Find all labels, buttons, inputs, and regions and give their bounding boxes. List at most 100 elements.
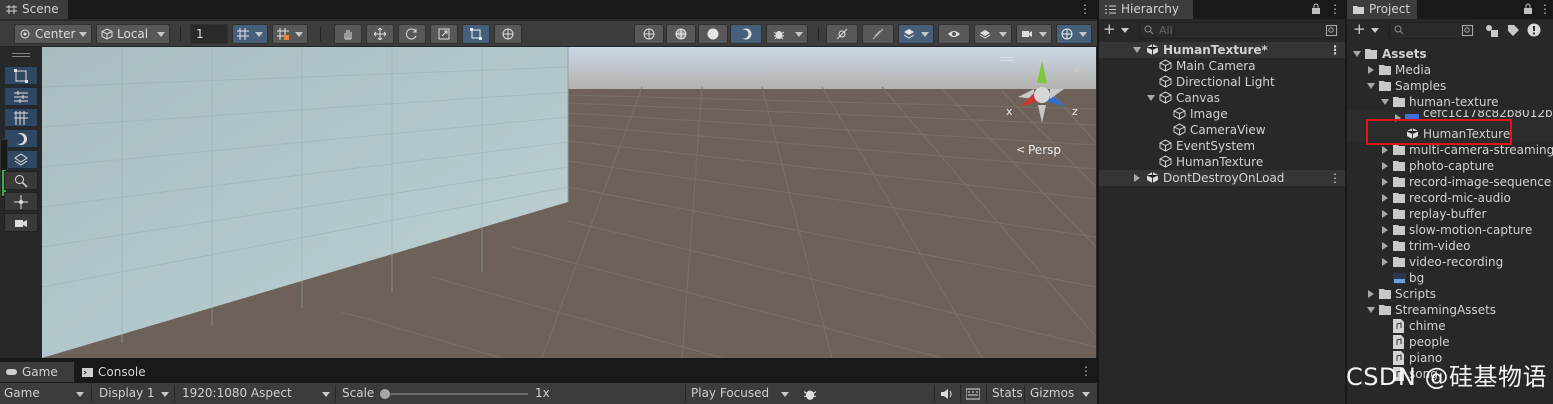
game-menu-kebab-icon[interactable]: ⋮ xyxy=(1080,364,1092,378)
hierarchy-search-input[interactable]: All xyxy=(1139,22,1341,39)
speaker-icon[interactable] xyxy=(940,388,954,400)
create-dropdown-button[interactable]: + xyxy=(1103,22,1133,39)
debug-draw-mode-dropdown[interactable] xyxy=(766,24,808,44)
transform-tool-button[interactable] xyxy=(494,24,522,44)
expand-arrow-icon[interactable] xyxy=(1382,210,1388,218)
scene-root-row[interactable]: HumanTexture* ⋮ xyxy=(1099,42,1345,58)
game-mode-dropdown[interactable]: Game xyxy=(0,384,88,403)
orientation-gizmo[interactable]: x z < Persp xyxy=(1000,53,1090,163)
chevron-down-icon[interactable] xyxy=(1082,392,1090,397)
display-dropdown[interactable]: Display 1 xyxy=(95,384,173,403)
scene-viewport[interactable]: x z < Persp xyxy=(42,47,1096,358)
project-search-input[interactable] xyxy=(1389,22,1477,39)
tree-item-asset[interactable]: bg xyxy=(1347,270,1553,286)
expand-arrow-icon[interactable] xyxy=(1382,258,1388,266)
grid-snap-toggle[interactable] xyxy=(232,24,268,44)
expand-arrow-icon[interactable] xyxy=(1147,95,1155,101)
expand-arrow-icon[interactable] xyxy=(1134,174,1140,182)
search-options-icon[interactable] xyxy=(1462,25,1473,36)
scale-tool-button[interactable] xyxy=(430,24,458,44)
hierarchy-item[interactable]: EventSystem xyxy=(1099,138,1345,154)
gizmos-dropdown[interactable] xyxy=(1056,24,1092,44)
overlay-rect-tool[interactable] xyxy=(4,66,38,85)
filter-type-icon[interactable] xyxy=(1485,24,1498,37)
hand-tool-button[interactable] xyxy=(334,24,362,44)
search-options-icon[interactable] xyxy=(1326,25,1337,36)
overlay-distribute-tool[interactable] xyxy=(4,108,38,127)
hierarchy-item[interactable]: CameraView xyxy=(1099,122,1345,138)
overlay-zoom-tool[interactable] xyxy=(4,171,38,190)
increment-snap-toggle[interactable] xyxy=(272,24,308,44)
tree-item-folder[interactable]: photo-capture xyxy=(1347,158,1553,174)
tree-item-folder[interactable]: Scripts xyxy=(1347,286,1553,302)
camera-settings-dropdown[interactable] xyxy=(1016,24,1052,44)
hierarchy-item[interactable]: Image xyxy=(1099,106,1345,122)
expand-arrow-icon[interactable] xyxy=(1367,83,1375,89)
expand-arrow-icon[interactable] xyxy=(1133,47,1141,53)
expand-arrow-icon[interactable] xyxy=(1368,290,1374,298)
tab-scene[interactable]: Scene xyxy=(0,0,68,19)
lock-icon[interactable] xyxy=(1523,3,1533,15)
gizmos-button[interactable]: Gizmos xyxy=(1026,384,1074,403)
hierarchy-item[interactable]: HumanTexture xyxy=(1099,154,1345,170)
tree-item-folder[interactable]: trim-video xyxy=(1347,238,1553,254)
play-focus-dropdown[interactable]: Play Focused xyxy=(687,384,793,403)
shading-wireframe-button[interactable] xyxy=(634,24,664,44)
error-count-badge[interactable] xyxy=(1527,23,1543,39)
scene-menu-kebab-icon[interactable]: ⋮ xyxy=(1079,2,1091,16)
shading-shaded-wire-button[interactable] xyxy=(666,24,696,44)
stats-button[interactable]: Stats xyxy=(988,384,1023,403)
tree-item-audio[interactable]: chime xyxy=(1347,318,1553,334)
expand-arrow-icon[interactable] xyxy=(1368,66,1374,74)
expand-arrow-icon[interactable] xyxy=(1367,307,1375,313)
lighting-toggle-button[interactable] xyxy=(862,24,894,44)
2d-toggle-button[interactable] xyxy=(826,24,858,44)
expand-arrow-icon[interactable] xyxy=(1381,99,1389,105)
expand-arrow-icon[interactable] xyxy=(1382,226,1388,234)
scale-slider-handle[interactable] xyxy=(380,389,390,399)
overlay-grip[interactable] xyxy=(12,53,30,57)
filter-label-icon[interactable] xyxy=(1507,24,1520,37)
rect-tool-button[interactable] xyxy=(462,24,490,44)
tab-project[interactable]: Project xyxy=(1347,0,1417,19)
bug-icon[interactable] xyxy=(803,387,817,401)
tree-item-folder[interactable]: Media xyxy=(1347,62,1553,78)
tree-item-folder[interactable]: Samples xyxy=(1347,78,1553,94)
lock-icon[interactable] xyxy=(1311,3,1321,15)
tree-item-folder[interactable]: video-recording xyxy=(1347,254,1553,270)
scale-slider[interactable] xyxy=(380,389,528,399)
tree-item-folder[interactable]: slow-motion-capture xyxy=(1347,222,1553,238)
tab-hierarchy[interactable]: Hierarchy xyxy=(1099,0,1193,19)
tab-console[interactable]: Console xyxy=(76,362,156,382)
dont-destroy-on-load-row[interactable]: DontDestroyOnLoad ⋮ xyxy=(1099,170,1345,186)
aspect-dropdown[interactable]: 1920:1080 Aspect xyxy=(178,384,334,403)
overlay-slider[interactable] xyxy=(0,139,8,199)
overlay-align-tool[interactable] xyxy=(4,87,38,106)
grid-size-input[interactable]: 1 xyxy=(190,24,228,44)
row-kebab-icon[interactable]: ⋮ xyxy=(1329,170,1341,186)
expand-arrow-icon[interactable] xyxy=(1382,242,1388,250)
overlay-layers-tool[interactable] xyxy=(4,150,38,169)
project-menu-kebab-icon[interactable]: ⋮ xyxy=(1539,2,1551,16)
shading-unlit-button[interactable] xyxy=(730,24,762,44)
projection-label[interactable]: Persp xyxy=(1028,143,1061,157)
move-tool-button[interactable] xyxy=(366,24,394,44)
rotate-tool-button[interactable] xyxy=(398,24,426,44)
tree-item-assets[interactable]: Assets xyxy=(1347,46,1553,62)
expand-arrow-icon[interactable] xyxy=(1382,178,1388,186)
scene-kebab-icon[interactable]: ⋮ xyxy=(1329,42,1341,58)
expand-arrow-icon[interactable] xyxy=(1382,146,1388,154)
tree-item-folder[interactable]: human-texture xyxy=(1347,94,1553,110)
hierarchy-item[interactable]: Main Camera xyxy=(1099,58,1345,74)
tree-item-folder[interactable]: StreamingAssets xyxy=(1347,302,1553,318)
keyboard-icon[interactable] xyxy=(966,388,980,400)
visibility-eye-button[interactable] xyxy=(938,24,970,44)
expand-arrow-icon[interactable] xyxy=(1382,194,1388,202)
tree-item-folder[interactable]: record-image-sequence xyxy=(1347,174,1553,190)
expand-arrow-icon[interactable] xyxy=(1382,162,1388,170)
overlay-orbit-tool[interactable] xyxy=(4,129,38,148)
tab-game[interactable]: Game xyxy=(0,362,74,382)
layers-dropdown[interactable] xyxy=(974,24,1012,44)
expand-arrow-icon[interactable] xyxy=(1353,51,1361,57)
overlay-camera-tool[interactable] xyxy=(4,213,38,232)
